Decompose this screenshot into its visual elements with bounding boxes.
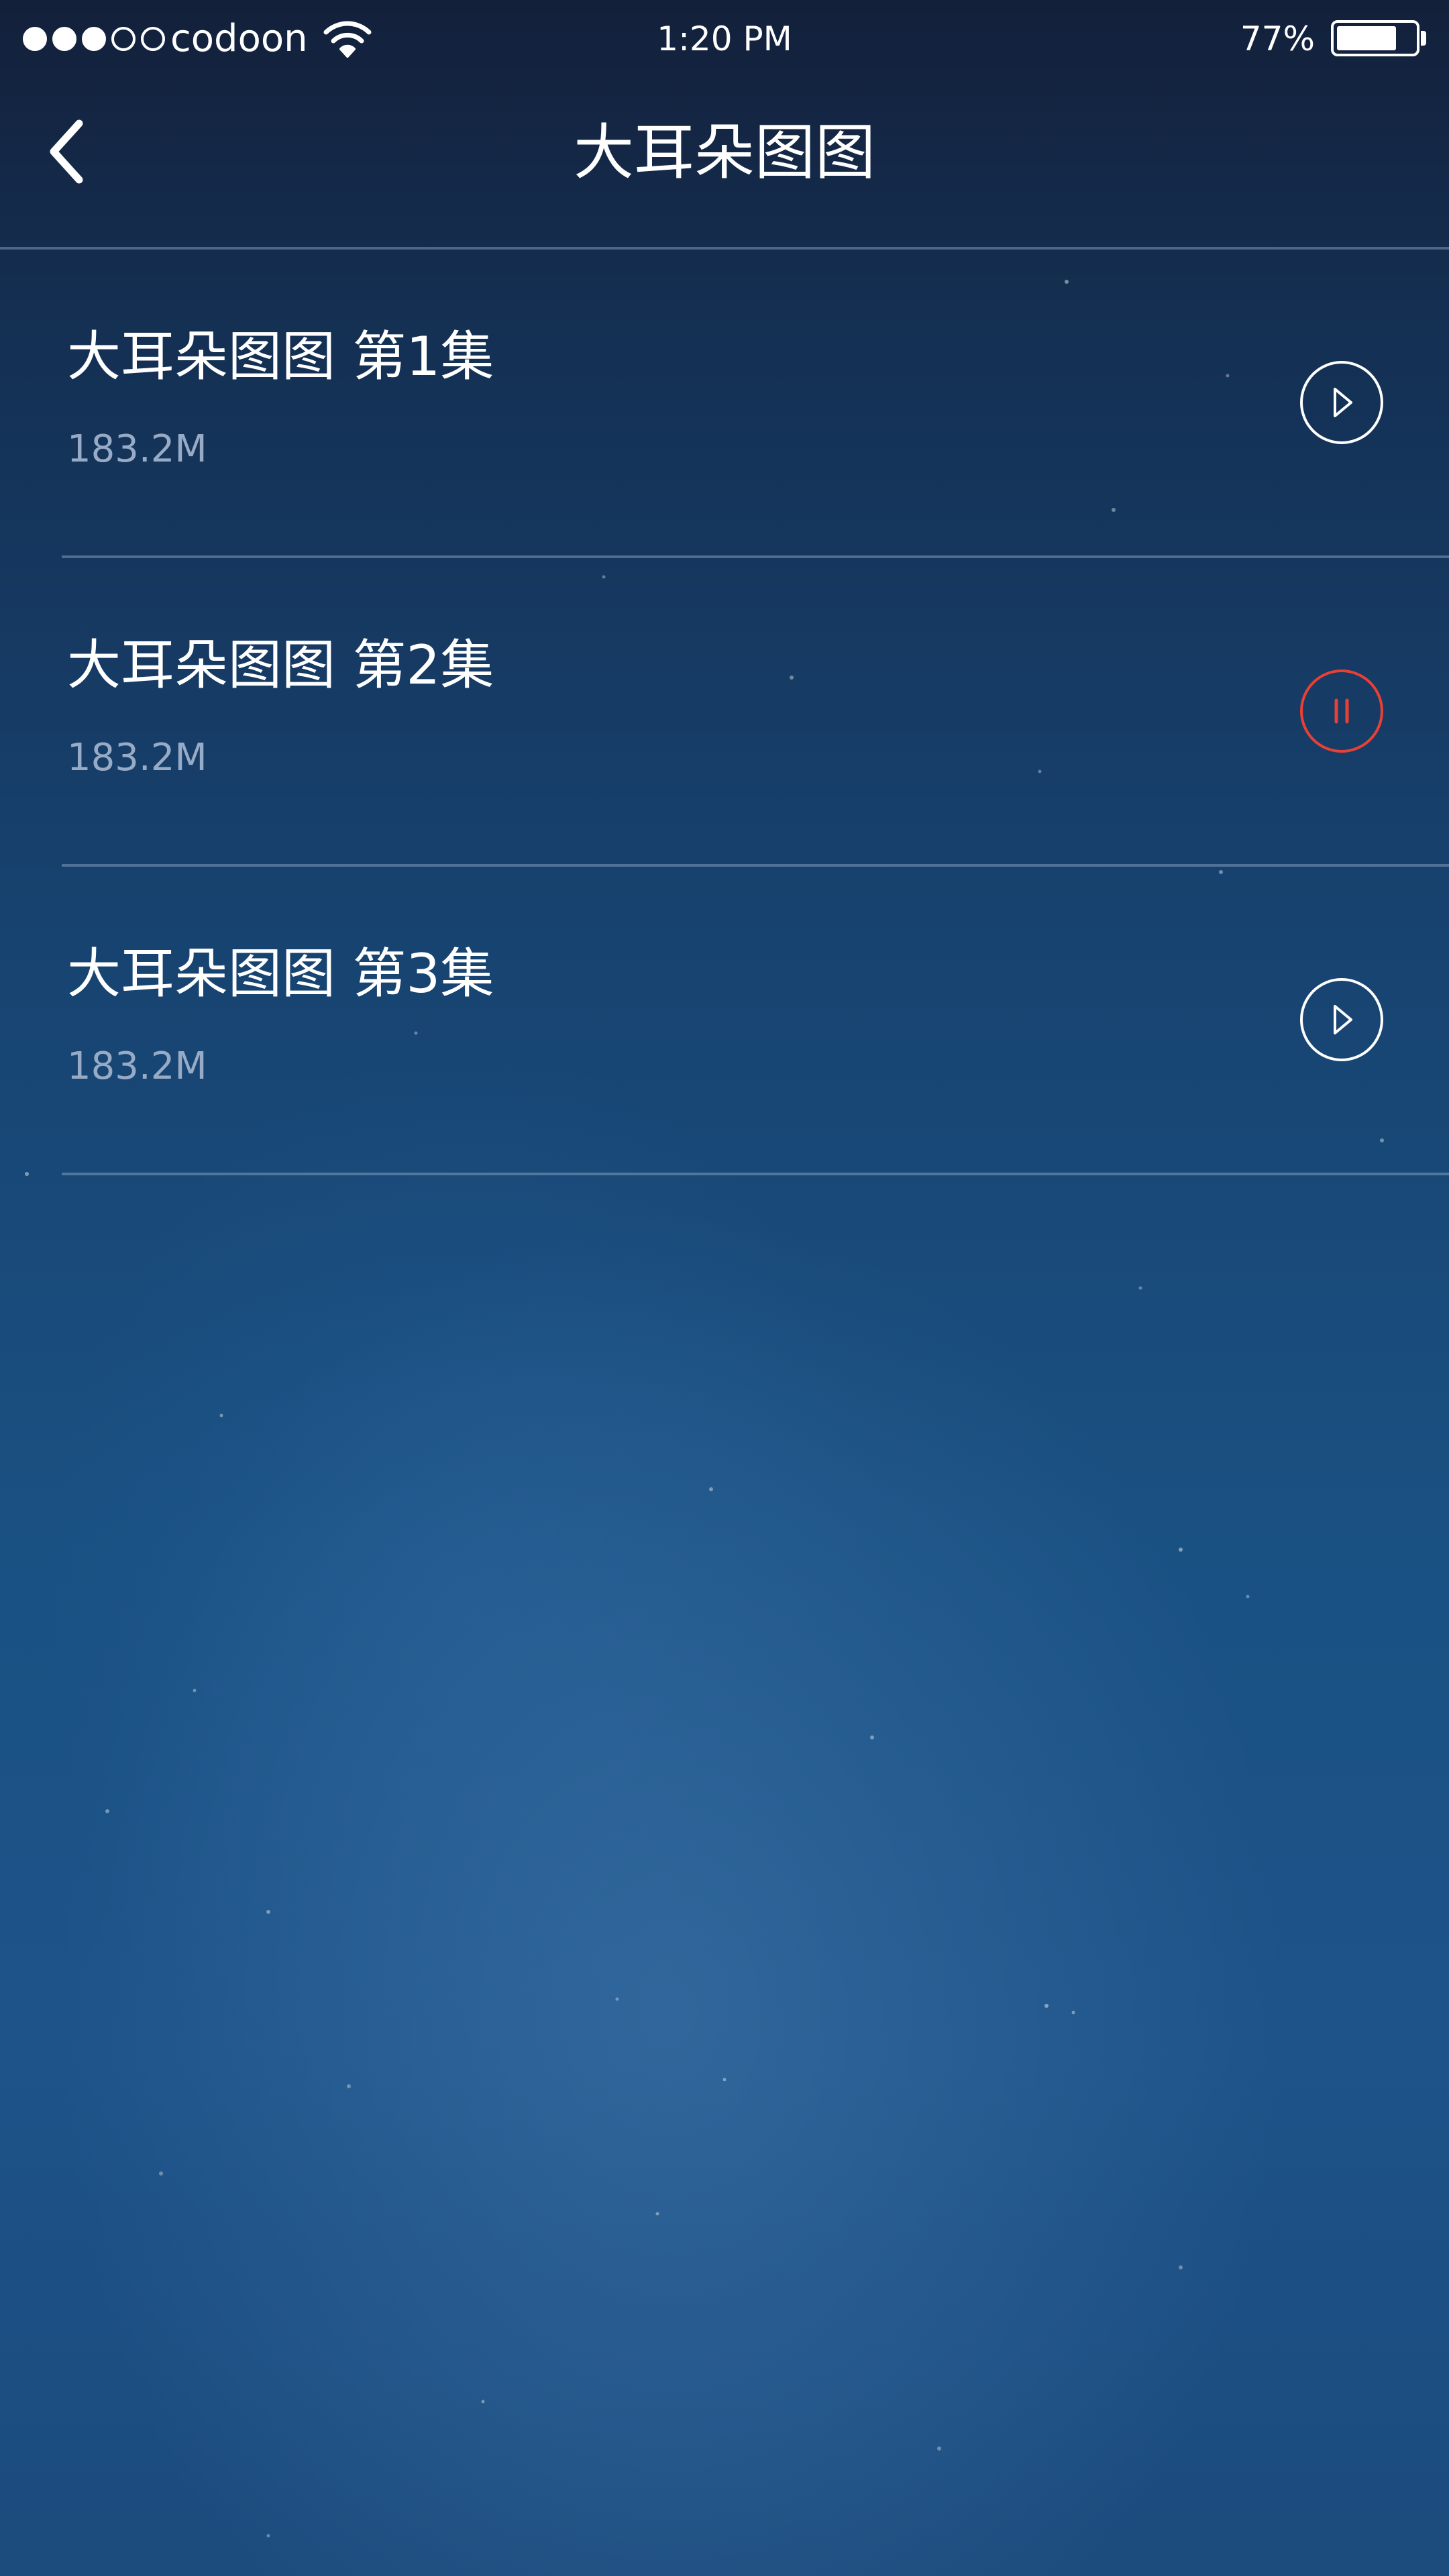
signal-dot [52, 27, 76, 51]
signal-dot [111, 27, 136, 51]
status-time: 1:20 PM [657, 19, 792, 58]
episode-item-3[interactable]: 大耳朵图图 第3集 183.2M [0, 867, 1449, 1175]
episode-title: 大耳朵图图 第3集 [67, 943, 494, 1005]
episode-title: 大耳朵图图 第1集 [67, 325, 494, 388]
page-title: 大耳朵图图 [574, 117, 875, 188]
signal-dot [82, 27, 106, 51]
play-button[interactable] [1300, 361, 1383, 444]
signal-strength-icon [23, 27, 165, 51]
row-divider [62, 1173, 1449, 1175]
battery-level-fill [1337, 26, 1396, 50]
pause-button[interactable] [1300, 669, 1383, 753]
battery-icon [1331, 20, 1419, 56]
signal-dot [141, 27, 165, 51]
back-button[interactable] [38, 111, 105, 192]
play-icon [1334, 1005, 1352, 1034]
episode-item-2[interactable]: 大耳朵图图 第2集 183.2M [0, 558, 1449, 867]
episode-list: 大耳朵图图 第1集 183.2M 大耳朵图图 第2集 183.2M 大耳朵图图 … [0, 250, 1449, 1175]
episode-title: 大耳朵图图 第2集 [67, 634, 494, 696]
episode-size: 183.2M [67, 736, 207, 780]
battery-percentage: 77% [1240, 19, 1315, 58]
wifi-icon [323, 21, 372, 58]
episode-size: 183.2M [67, 1044, 207, 1088]
navigation-bar: 大耳朵图图 [0, 79, 1449, 248]
pause-icon [1334, 698, 1349, 724]
play-button[interactable] [1300, 978, 1383, 1061]
episode-size: 183.2M [67, 427, 207, 471]
carrier-name: codoon [170, 17, 308, 60]
chevron-left-icon [50, 119, 83, 184]
battery-tip [1421, 31, 1426, 46]
signal-dot [23, 27, 47, 51]
episode-item-1[interactable]: 大耳朵图图 第1集 183.2M [0, 250, 1449, 558]
status-bar: codoon 1:20 PM 77% [0, 0, 1449, 79]
play-icon [1334, 388, 1352, 417]
